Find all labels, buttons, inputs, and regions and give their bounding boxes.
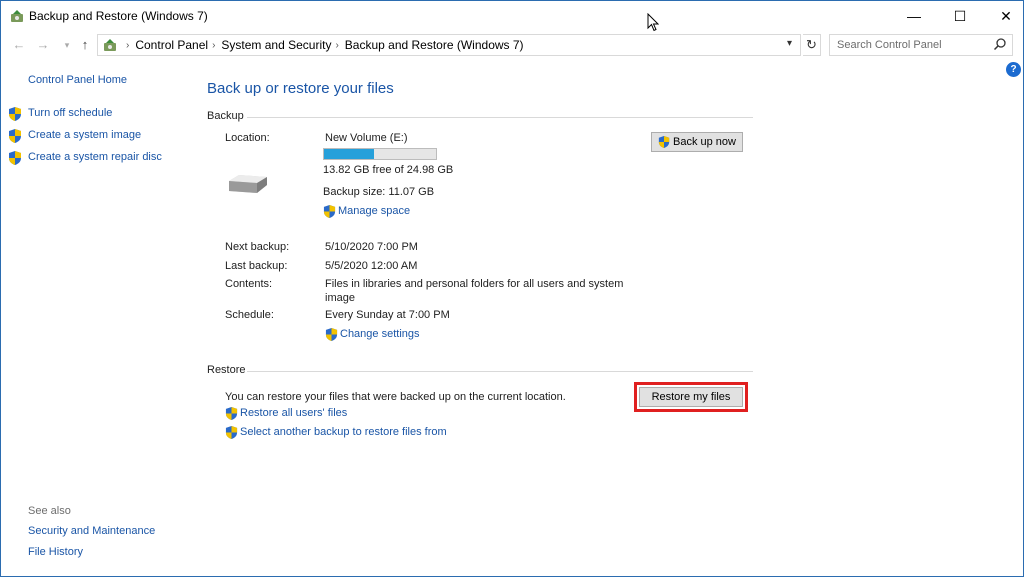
create-system-image-link[interactable]: Create a system image — [28, 129, 141, 141]
next-backup-value: 5/10/2020 7:00 PM — [325, 241, 418, 253]
back-up-now-label: Back up now — [673, 136, 736, 148]
search-input[interactable]: Search Control Panel — [829, 34, 1013, 56]
breadcrumb-backup-and-restore[interactable]: Backup and Restore (Windows 7) — [345, 38, 524, 52]
uac-shield-icon — [9, 151, 21, 165]
recent-locations-chevron-icon[interactable]: ▾ — [59, 37, 75, 53]
maximize-button[interactable]: ☐ — [937, 1, 983, 31]
drive-usage-bar — [323, 148, 437, 160]
title-bar: Backup and Restore (Windows 7) — ☐ ✕ — [1, 1, 1023, 31]
drive-usage-fill — [324, 149, 375, 159]
restore-my-files-button[interactable]: Restore my files — [639, 387, 743, 407]
restore-all-users-files-link[interactable]: Restore all users' files — [240, 407, 347, 419]
backup-restore-window: Backup and Restore (Windows 7) — ☐ ✕ ← →… — [0, 0, 1024, 577]
breadcrumb-separator-icon[interactable]: › — [212, 40, 215, 51]
minimize-button[interactable]: — — [891, 1, 937, 31]
back-up-now-button[interactable]: Back up now — [651, 132, 743, 152]
uac-shield-icon — [9, 129, 21, 143]
schedule-label: Schedule: — [225, 309, 274, 321]
uac-shield-icon — [323, 205, 336, 218]
window-title: Backup and Restore (Windows 7) — [29, 9, 208, 23]
navigation-bar: ← → ▾ ↑ › Control Panel › System and Sec… — [1, 31, 1023, 59]
hard-drive-icon — [229, 175, 267, 193]
uac-shield-icon — [325, 328, 338, 341]
restore-my-files-label: Restore my files — [651, 391, 731, 403]
breadcrumb-separator-icon[interactable]: › — [335, 40, 338, 51]
next-backup-label: Next backup: — [225, 241, 290, 253]
forward-arrow-icon[interactable]: → — [35, 37, 51, 53]
select-another-backup-link[interactable]: Select another backup to restore files f… — [240, 426, 447, 438]
file-history-link[interactable]: File History — [28, 546, 83, 558]
schedule-value: Every Sunday at 7:00 PM — [325, 309, 450, 321]
uac-shield-icon — [658, 136, 670, 148]
breadcrumb-control-panel[interactable]: Control Panel — [135, 38, 208, 52]
contents-value-line2: image — [325, 292, 355, 304]
change-settings-link[interactable]: Change settings — [340, 328, 420, 340]
location-label: Location: — [225, 132, 270, 144]
uac-shield-icon — [9, 107, 21, 121]
breadcrumb-system-and-security[interactable]: System and Security — [221, 38, 331, 52]
close-icon: ✕ — [1000, 7, 1012, 24]
restore-description: You can restore your files that were bac… — [225, 391, 566, 403]
back-arrow-icon[interactable]: ← — [11, 37, 27, 53]
restore-section-heading: Restore — [207, 364, 246, 376]
up-arrow-icon[interactable]: ↑ — [77, 37, 93, 53]
contents-value-line1: Files in libraries and personal folders … — [325, 278, 624, 290]
backup-section-heading: Backup — [207, 110, 244, 122]
search-icon[interactable] — [993, 37, 1007, 51]
control-panel-home-link[interactable]: Control Panel Home — [28, 74, 127, 86]
minimize-icon: — — [907, 8, 921, 24]
contents-label: Contents: — [225, 278, 273, 290]
last-backup-label: Last backup: — [225, 260, 288, 272]
uac-shield-icon — [225, 426, 238, 439]
location-value: New Volume (E:) — [325, 132, 408, 144]
restore-section-divider — [247, 371, 753, 372]
uac-shield-icon — [225, 407, 238, 420]
address-dropdown-chevron-icon[interactable]: ▾ — [787, 38, 792, 49]
backup-restore-app-icon — [11, 10, 23, 22]
backup-section-divider — [247, 117, 753, 118]
mouse-cursor-icon — [647, 13, 659, 32]
breadcrumb-separator-icon[interactable]: › — [126, 40, 129, 51]
security-and-maintenance-link[interactable]: Security and Maintenance — [28, 525, 155, 537]
backup-size-text: Backup size: 11.07 GB — [323, 186, 435, 198]
page-title: Back up or restore your files — [207, 80, 394, 97]
create-system-repair-disc-link[interactable]: Create a system repair disc — [28, 151, 162, 163]
last-backup-value: 5/5/2020 12:00 AM — [325, 260, 418, 272]
help-icon[interactable]: ? — [1006, 62, 1021, 77]
refresh-icon[interactable]: ↻ — [803, 34, 821, 56]
manage-space-link[interactable]: Manage space — [338, 205, 410, 217]
free-space-text: 13.82 GB free of 24.98 GB — [323, 164, 454, 176]
close-button[interactable]: ✕ — [983, 1, 1024, 31]
see-also-heading: See also — [28, 505, 71, 517]
turn-off-schedule-link[interactable]: Turn off schedule — [28, 107, 112, 119]
control-panel-icon — [104, 39, 116, 51]
address-bar[interactable]: › Control Panel › System and Security › … — [97, 34, 801, 56]
maximize-icon: ☐ — [953, 7, 967, 24]
